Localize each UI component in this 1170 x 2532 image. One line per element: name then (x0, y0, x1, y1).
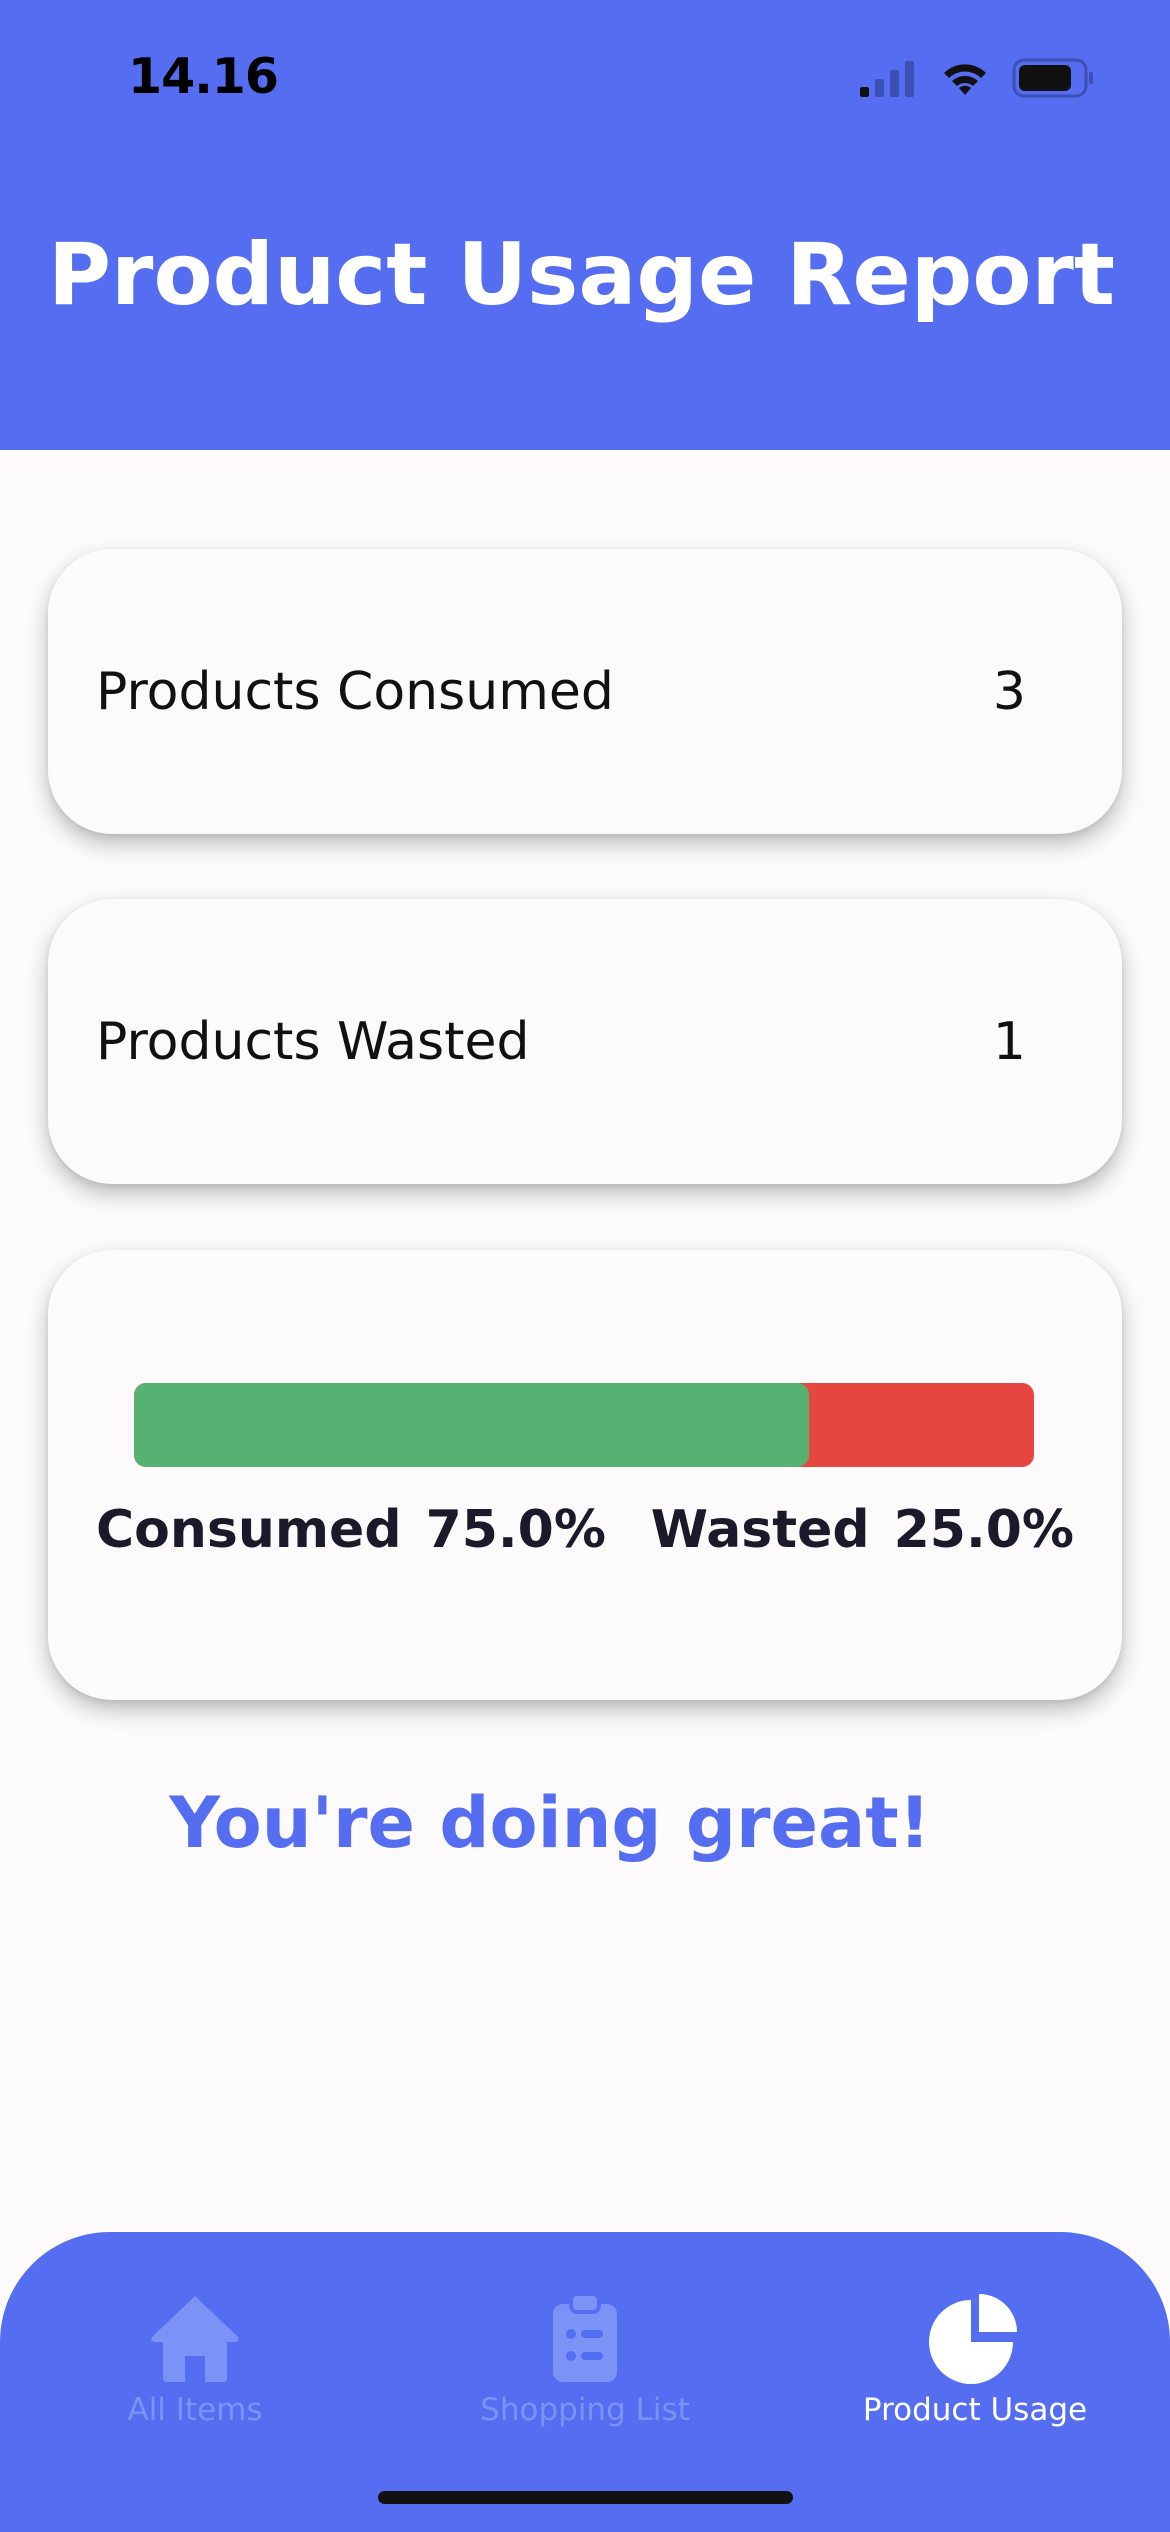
consumed-legend-percent: 75.0% (425, 1500, 606, 1560)
products-consumed-value: 3 (992, 661, 1026, 722)
consumed-legend-label: Consumed (96, 1500, 402, 1560)
cellular-signal-icon (860, 61, 914, 97)
encouragement-message: You're doing great! (169, 1782, 931, 1864)
products-wasted-label: Products Wasted (96, 1011, 530, 1072)
nav-item-product-usage[interactable]: Product Usage (780, 2292, 1170, 2428)
nav-item-all-items[interactable]: All Items (0, 2292, 390, 2428)
bottom-navigation: All Items Shopping List Product Usage (0, 2232, 1170, 2532)
nav-label-shopping-list: Shopping List (480, 2392, 690, 2428)
wasted-legend: Wasted 25.0% (651, 1500, 1074, 1560)
nav-label-product-usage: Product Usage (862, 2392, 1088, 2428)
pie-chart-icon (929, 2294, 1017, 2384)
usage-ratio-bar (134, 1383, 1034, 1467)
consumed-legend: Consumed 75.0% (96, 1500, 606, 1560)
products-consumed-card: Products Consumed 3 (48, 549, 1122, 834)
products-wasted-card: Products Wasted 1 (48, 899, 1122, 1184)
clipboard-list-icon (553, 2292, 617, 2382)
usage-ratio-card: Consumed 75.0% Wasted 25.0% (48, 1250, 1122, 1700)
products-consumed-label: Products Consumed (96, 661, 614, 722)
nav-item-shopping-list[interactable]: Shopping List (390, 2292, 780, 2428)
nav-label-all-items: All Items (127, 2392, 263, 2428)
battery-icon (1012, 58, 1093, 98)
products-wasted-value: 1 (992, 1011, 1026, 1072)
app-header: 14.16 Product Usage Report (0, 0, 1170, 450)
wifi-icon (944, 64, 986, 95)
wasted-legend-label: Wasted (650, 1500, 870, 1560)
home-indicator (378, 2491, 793, 2504)
home-icon (151, 2296, 239, 2382)
status-icons (860, 56, 1094, 100)
wasted-legend-percent: 25.0% (893, 1500, 1074, 1560)
consumed-bar-fill (134, 1383, 809, 1467)
status-time: 14.16 (128, 48, 279, 105)
page-title: Product Usage Report (48, 225, 1115, 325)
